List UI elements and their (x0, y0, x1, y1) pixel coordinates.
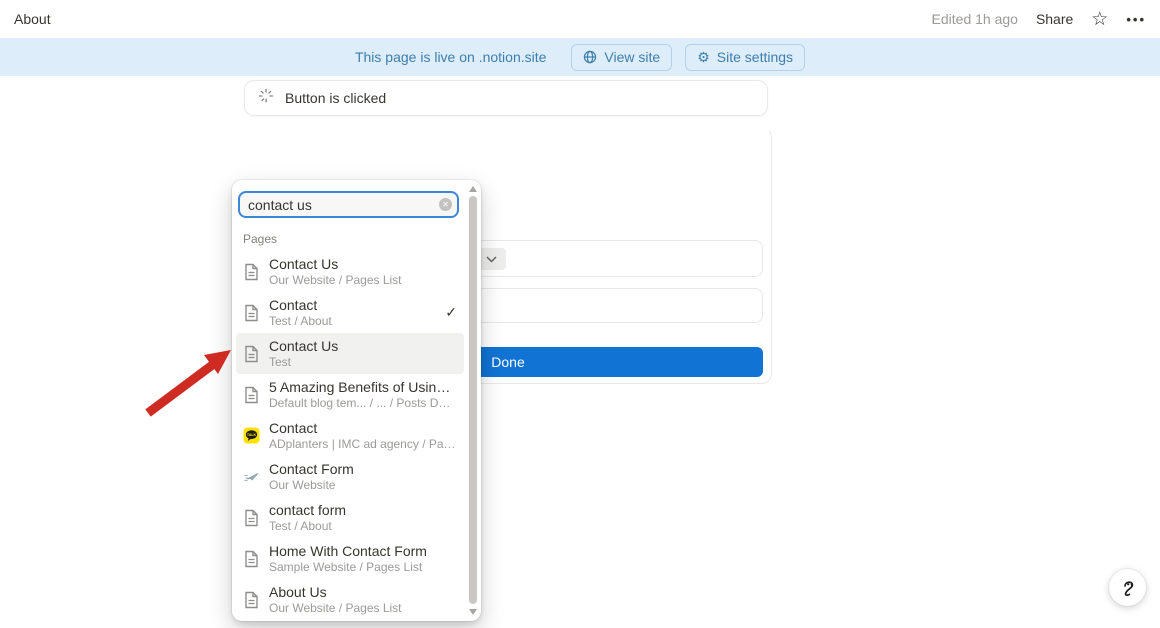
paper-plane-icon (243, 468, 260, 485)
page-icon (243, 304, 260, 322)
result-title: Home With Contact Form (269, 542, 427, 559)
section-label: Pages (243, 232, 278, 246)
page-icon (243, 263, 260, 281)
result-path: Default blog tem... / ... / Posts Data..… (269, 395, 457, 410)
page-icon (243, 509, 260, 527)
scrollbar-up-icon[interactable] (469, 186, 477, 192)
site-live-banner: This page is live on .notion.site View s… (0, 38, 1160, 76)
list-item[interactable]: contact form Test / About (236, 497, 464, 538)
topbar-actions: Edited 1h ago Share ☆ ••• (932, 10, 1146, 29)
site-settings-button[interactable]: ⚙ Site settings (685, 43, 806, 71)
dropdown-scrollbar[interactable] (467, 180, 479, 621)
more-options-icon[interactable]: ••• (1126, 12, 1146, 27)
scrollbar-down-icon[interactable] (469, 609, 477, 615)
page-search-dropdown: ✕ Pages Contact UsOur Website / Pages Li… (232, 180, 481, 621)
result-path: Our Website / Pages List (269, 272, 402, 287)
result-path: Our Website / Pages List (269, 600, 402, 615)
page-icon (243, 550, 260, 568)
globe-icon (583, 50, 597, 64)
notion-ai-face-button[interactable] (1109, 569, 1146, 606)
search-results-list: Contact Us Our Website / Pages List Conta… (236, 251, 464, 620)
trigger-label: Button is clicked (285, 90, 387, 106)
search-input[interactable] (238, 191, 459, 218)
result-title: Contact (269, 296, 318, 313)
selected-check-icon: ✓ (445, 304, 457, 320)
result-path: Sample Website / Pages List (269, 559, 423, 574)
share-button[interactable]: Share (1036, 11, 1073, 27)
list-item[interactable]: Contact Us Test (236, 333, 464, 374)
result-title: Contact Form (269, 460, 354, 477)
list-item[interactable]: 5 Amazing Benefits of Using No... Default… (236, 374, 464, 415)
result-path: Test / About (269, 518, 332, 533)
page-icon (243, 591, 260, 609)
result-title: contact form (269, 501, 347, 518)
result-path: ADplanters | IMC ad agency / Pagelist (269, 436, 457, 451)
view-site-button[interactable]: View site (571, 43, 673, 71)
topbar: About Edited 1h ago Share ☆ ••• (0, 0, 1160, 38)
page-icon (243, 345, 260, 363)
page-icon (243, 386, 260, 404)
site-settings-label: Site settings (716, 49, 794, 65)
edited-timestamp: Edited 1h ago (931, 11, 1018, 27)
click-burst-icon (258, 88, 274, 109)
svg-text:TALK: TALK (247, 433, 257, 437)
page-title[interactable]: About (14, 11, 51, 27)
list-item[interactable]: Contact Us Our Website / Pages List (236, 251, 464, 292)
scrollbar-thumb[interactable] (469, 196, 477, 604)
result-path: Our Website (269, 477, 336, 492)
ai-face-icon (1123, 580, 1133, 596)
result-path: Test (269, 354, 292, 369)
list-item[interactable]: Home With Contact Form Sample Website / P… (236, 538, 464, 579)
kakao-talk-icon: TALK (243, 427, 260, 444)
result-title: 5 Amazing Benefits of Using No... (269, 378, 457, 395)
result-title: About Us (269, 583, 327, 600)
result-title: Contact Us (269, 255, 339, 272)
banner-message: This page is live on .notion.site (354, 49, 547, 65)
view-site-label: View site (604, 49, 661, 65)
list-item[interactable]: Contact Test / About ✓ (236, 292, 464, 333)
gear-icon: ⚙ (697, 49, 710, 65)
result-path: Test / About (269, 313, 332, 328)
result-title: Contact (269, 419, 318, 436)
result-title: Contact Us (269, 337, 339, 354)
list-item[interactable]: TALK Contact ADplanters | IMC ad agency /… (236, 415, 464, 456)
red-annotation-arrow (145, 350, 231, 417)
automation-trigger-card[interactable]: Button is clicked (244, 80, 768, 116)
list-item[interactable]: About Us Our Website / Pages List (236, 579, 464, 620)
clear-search-icon[interactable]: ✕ (439, 198, 452, 211)
favorite-star-icon[interactable]: ☆ (1091, 10, 1108, 29)
list-item[interactable]: Contact Form Our Website (236, 456, 464, 497)
